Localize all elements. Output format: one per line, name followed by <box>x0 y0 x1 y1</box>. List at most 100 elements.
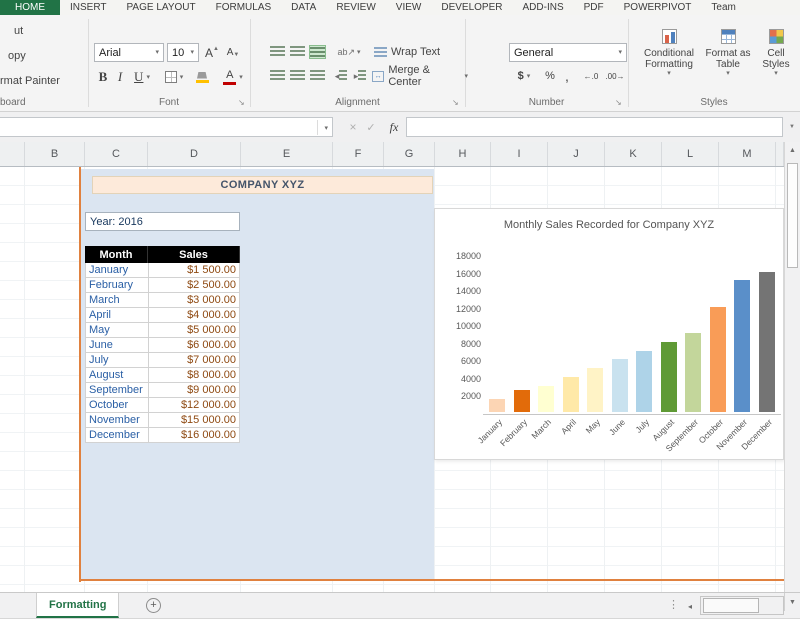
column-header-I[interactable]: I <box>491 142 548 166</box>
formula-input[interactable] <box>406 117 783 137</box>
font-dialog-launcher-icon[interactable]: ↘ <box>238 99 245 107</box>
percent-style-button[interactable]: % <box>542 67 558 85</box>
column-header-H[interactable]: H <box>435 142 491 166</box>
column-header-B[interactable]: B <box>25 142 85 166</box>
month-cell[interactable]: February <box>86 278 149 292</box>
sales-cell[interactable]: $12 000.00 <box>149 398 240 412</box>
vertical-scrollbar[interactable]: ▲ <box>784 142 800 592</box>
font-size-combo[interactable]: 10 ▾ <box>167 43 199 62</box>
bar-september[interactable] <box>685 333 701 412</box>
column-header-E[interactable]: E <box>241 142 333 166</box>
expand-formula-bar-icon[interactable]: ▼ <box>786 117 798 137</box>
ribbon-tab-home[interactable]: HOME <box>0 0 60 15</box>
wrap-text-button[interactable]: Wrap Text <box>374 43 460 61</box>
month-cell[interactable]: August <box>86 368 149 382</box>
accounting-format-button[interactable]: $ ▾ <box>510 67 538 85</box>
sales-cell[interactable]: $7 000.00 <box>149 353 240 367</box>
insert-function-icon[interactable]: fx <box>384 117 404 137</box>
comma-style-button[interactable]: , <box>560 67 574 85</box>
number-dialog-launcher-icon[interactable]: ↘ <box>615 99 622 107</box>
bar-february[interactable] <box>514 390 530 412</box>
alignment-dialog-launcher-icon[interactable]: ↘ <box>452 99 459 107</box>
ribbon-tab-data[interactable]: DATA <box>281 0 326 15</box>
sales-cell[interactable]: $3 000.00 <box>149 293 240 307</box>
column-header-D[interactable]: D <box>148 142 241 166</box>
decrease-decimal-button[interactable]: .00→ <box>604 67 626 85</box>
merge-center-button[interactable]: ↔ Merge & Center ▾ <box>372 67 468 85</box>
scroll-left-icon[interactable]: ◂ <box>682 597 698 615</box>
column-header-C[interactable]: C <box>85 142 148 166</box>
increase-font-button[interactable]: A ▲ <box>202 43 222 62</box>
fill-color-button[interactable] <box>191 67 213 87</box>
font-color-button[interactable]: A ▾ <box>218 67 248 87</box>
enter-icon[interactable]: ✓ <box>362 117 380 137</box>
copy-button[interactable]: opy <box>8 50 26 62</box>
ribbon-tab-powerpivot[interactable]: POWERPIVOT <box>614 0 702 15</box>
tab-split-handle-icon[interactable]: ⋮ <box>668 598 679 611</box>
bar-august[interactable] <box>661 342 677 412</box>
sheet-tab-formatting[interactable]: Formatting <box>36 593 119 618</box>
sales-cell[interactable]: $5 000.00 <box>149 323 240 337</box>
italic-button[interactable]: I <box>113 67 127 87</box>
scroll-down-icon[interactable]: ▼ <box>784 593 800 611</box>
horizontal-scrollbar-thumb[interactable] <box>703 598 759 613</box>
new-sheet-button[interactable]: + <box>146 598 161 613</box>
format-as-table-button[interactable]: Format as Table ▾ <box>703 23 753 107</box>
sales-header-cell[interactable]: Sales <box>148 246 240 263</box>
align-right-button[interactable] <box>308 67 326 85</box>
align-left-button[interactable] <box>268 67 286 85</box>
increase-indent-button[interactable]: ▸ <box>351 67 369 85</box>
sales-cell[interactable]: $1 500.00 <box>149 263 240 277</box>
bar-june[interactable] <box>612 359 628 412</box>
month-cell[interactable]: March <box>86 293 149 307</box>
horizontal-scrollbar[interactable] <box>700 596 784 615</box>
sales-cell[interactable]: $9 000.00 <box>149 383 240 397</box>
borders-button[interactable]: ▾ <box>160 67 188 87</box>
column-header-F[interactable]: F <box>333 142 384 166</box>
align-bottom-button[interactable] <box>308 43 326 61</box>
ribbon-tab-view[interactable]: VIEW <box>386 0 432 15</box>
align-middle-button[interactable] <box>288 43 306 61</box>
bar-january[interactable] <box>489 399 505 412</box>
column-header-J[interactable]: J <box>548 142 605 166</box>
align-center-button[interactable] <box>288 67 306 85</box>
scroll-up-icon[interactable]: ▲ <box>785 142 800 159</box>
column-header-K[interactable]: K <box>605 142 662 166</box>
cancel-icon[interactable]: × <box>344 117 362 137</box>
sales-cell[interactable]: $6 000.00 <box>149 338 240 352</box>
ribbon-tab-developer[interactable]: DEVELOPER <box>431 0 512 15</box>
decrease-indent-button[interactable]: ◂ <box>332 67 350 85</box>
sales-cell[interactable]: $4 000.00 <box>149 308 240 322</box>
bar-december[interactable] <box>759 272 775 412</box>
month-header-cell[interactable]: Month <box>85 246 148 263</box>
month-cell[interactable]: November <box>86 413 149 427</box>
ribbon-tab-add-ins[interactable]: ADD-INS <box>513 0 574 15</box>
sales-cell[interactable]: $15 000.00 <box>149 413 240 427</box>
sales-cell[interactable]: $8 000.00 <box>149 368 240 382</box>
bar-november[interactable] <box>734 280 750 412</box>
increase-decimal-button[interactable]: ←.0 <box>580 67 602 85</box>
column-header-M[interactable]: M <box>719 142 776 166</box>
name-box[interactable]: ▾ <box>0 117 333 137</box>
sales-chart[interactable]: Monthly Sales Recorded for Company XYZ 2… <box>434 208 784 460</box>
company-header-cell[interactable]: COMPANY XYZ <box>92 176 433 194</box>
month-cell[interactable]: October <box>86 398 149 412</box>
ribbon-tab-team[interactable]: Team <box>701 0 745 15</box>
bar-july[interactable] <box>636 351 652 412</box>
ribbon-tab-insert[interactable]: INSERT <box>60 0 117 15</box>
month-cell[interactable]: June <box>86 338 149 352</box>
year-cell[interactable]: Year: 2016 <box>85 212 240 231</box>
sales-cell[interactable]: $16 000.00 <box>149 428 240 442</box>
ribbon-tab-review[interactable]: REVIEW <box>326 0 385 15</box>
bar-may[interactable] <box>587 368 603 412</box>
decrease-font-button[interactable]: A ▼ <box>223 43 243 62</box>
month-cell[interactable]: July <box>86 353 149 367</box>
worksheet[interactable]: COMPANY XYZ Year: 2016 Month Sales Janua… <box>0 167 784 592</box>
bar-april[interactable] <box>563 377 579 412</box>
vertical-scrollbar-thumb[interactable] <box>787 163 798 268</box>
month-cell[interactable]: September <box>86 383 149 397</box>
number-format-combo[interactable]: General ▾ <box>509 43 627 62</box>
sales-cell[interactable]: $2 500.00 <box>149 278 240 292</box>
column-header-G[interactable]: G <box>384 142 435 166</box>
month-cell[interactable]: May <box>86 323 149 337</box>
